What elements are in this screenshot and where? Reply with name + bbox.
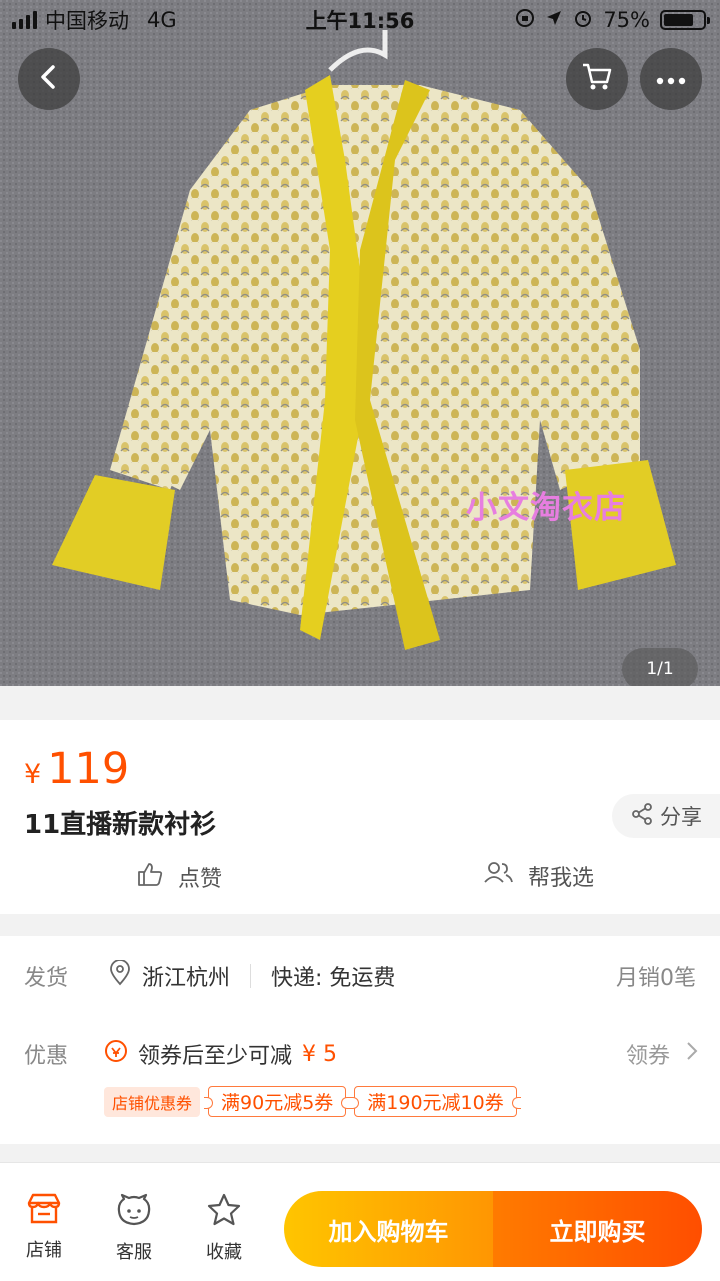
favorite-tab[interactable]: 收藏 [184,1193,264,1264]
favorite-label: 收藏 [206,1242,242,1263]
help-choose-button[interactable]: 帮我选 [482,860,594,892]
buy-now-button[interactable]: 立即购买 [493,1191,702,1267]
coupon-icon [104,1039,128,1069]
ship-label: 发货 [24,966,69,991]
location-icon [545,8,563,32]
shop-tab[interactable]: 店铺 [4,1193,84,1262]
coupon-tags: 店铺优惠券 满90元减5券 满190元减10券 [104,1086,522,1117]
add-to-cart-button[interactable]: 加入购物车 [284,1191,493,1267]
shop-watermark: 小文淘衣店 [466,490,626,526]
share-label: 分享 [660,805,702,829]
share-button[interactable]: 分享 [612,794,720,838]
shop-coupon-tag: 店铺优惠券 [104,1086,201,1117]
like-label: 点赞 [178,867,223,892]
coupon-tag[interactable]: 满190元减10券 [350,1086,522,1117]
more-button[interactable] [640,48,702,110]
star-icon [206,1193,242,1232]
product-title: 11直播新款衬衫 [24,810,217,840]
help-choose-label: 帮我选 [528,866,595,891]
cart-button[interactable] [566,48,628,110]
battery-percent: 75% [603,8,650,32]
rotation-lock-icon [515,8,535,33]
thumbs-up-icon [136,860,164,894]
like-button[interactable]: 点赞 [136,860,222,894]
people-icon [482,860,514,892]
chat-icon [116,1193,152,1232]
battery-icon [660,10,710,30]
status-bar: 中国移动 4G 上午11:56 75% [0,0,720,40]
delivery-promo-card: 发货 浙江杭州 快递: 免运费 月销0笔 优惠 领券后至少可减 ¥ 5 领券 店… [0,936,720,1144]
alarm-icon [573,8,593,33]
coupon-summary[interactable]: 领券后至少可减 ¥ 5 [104,1038,337,1070]
coupon-text: 领券后至少可减 [138,1044,293,1069]
price-value: 119 [47,744,130,794]
divider [250,964,252,988]
price: ¥ 119 [24,744,129,794]
bottom-action-bar: 店铺 客服 收藏 加入购物车 立即购买 [0,1162,720,1281]
collect-coupon-button[interactable]: 领券 [626,1038,698,1070]
cart-icon [581,62,613,96]
monthly-sales: 月销0笔 [616,966,696,991]
carrier-name: 中国移动 [45,9,129,33]
chevron-left-icon [35,63,63,95]
shop-label: 店铺 [26,1240,62,1261]
back-button[interactable] [18,48,80,110]
currency-symbol: ¥ [24,759,42,790]
coupon-amount: ¥ 5 [302,1041,338,1067]
chevron-right-icon [686,1041,698,1067]
image-counter: 1/1 [622,648,698,686]
express-fee: 快递: 免运费 [271,966,396,991]
product-info-card: ¥ 119 11直播新款衬衫 分享 点赞 帮我选 [0,720,720,914]
ship-from-location: 浙江杭州 [142,966,231,991]
coupon-tag[interactable]: 满90元减5券 [204,1086,351,1117]
collect-coupon-label: 领券 [625,1044,670,1069]
shop-icon [26,1193,62,1230]
service-label: 客服 [116,1242,152,1263]
signal-icon [12,11,37,29]
purchase-buttons: 加入购物车 立即购买 [284,1191,702,1267]
service-tab[interactable]: 客服 [94,1193,174,1264]
more-dots-icon [656,70,686,89]
location-pin-icon [108,959,132,992]
share-icon [630,802,654,831]
promo-label: 优惠 [24,1044,69,1069]
network-type: 4G [147,8,177,32]
